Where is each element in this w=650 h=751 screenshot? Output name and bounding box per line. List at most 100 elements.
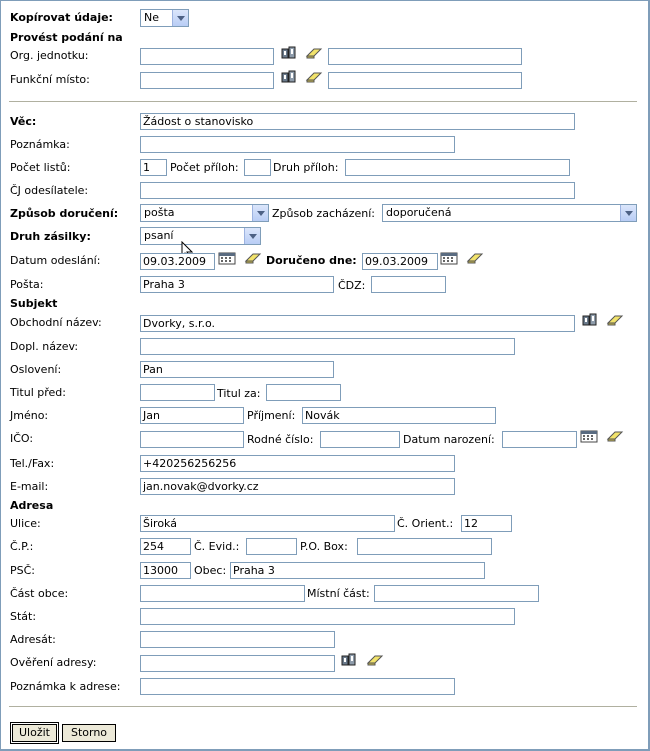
surname-label: Příjmení:: [247, 409, 296, 422]
evid-number-label: Č. Evid.:: [194, 540, 240, 553]
copy-label: Kopírovat údaje:: [10, 11, 113, 24]
handling-select-value: doporučená: [386, 206, 452, 219]
divider: [9, 706, 637, 707]
sent-date-input[interactable]: 09.03.2009: [140, 253, 215, 270]
sender-ref-input[interactable]: [140, 182, 575, 199]
orient-number-input[interactable]: 12: [461, 515, 512, 532]
phone-input[interactable]: +420256256256: [140, 455, 455, 472]
post-input[interactable]: Praha 3: [140, 276, 334, 293]
street-input[interactable]: Široká: [140, 515, 395, 532]
surname-input[interactable]: Novák: [302, 407, 496, 424]
eraser-icon[interactable]: [305, 70, 323, 84]
company-label: Obchodní název:: [10, 316, 102, 329]
sheets-input[interactable]: 1: [140, 159, 167, 176]
cancel-button[interactable]: Storno: [62, 724, 116, 742]
local-part-label: Místní část:: [307, 587, 370, 600]
lookup-icon[interactable]: [341, 653, 359, 667]
city-part-input[interactable]: [140, 585, 305, 602]
calendar-icon[interactable]: [580, 429, 598, 443]
sent-date-label: Datum odeslání:: [10, 254, 101, 267]
title-after-input[interactable]: [266, 384, 341, 401]
cp-input[interactable]: 254: [140, 538, 191, 555]
title-before-input[interactable]: [140, 384, 215, 401]
calendar-icon[interactable]: [218, 251, 236, 265]
eraser-icon[interactable]: [244, 251, 262, 265]
zip-input[interactable]: 13000: [140, 562, 191, 579]
cp-label: Č.P.:: [10, 540, 34, 553]
city-label: Obec:: [194, 564, 227, 577]
eraser-icon[interactable]: [606, 429, 624, 443]
delivery-select-value: pošta: [144, 206, 175, 219]
pobox-label: P.O. Box:: [300, 540, 348, 553]
lookup-icon[interactable]: [281, 46, 299, 60]
email-input[interactable]: jan.novak@dvorky.cz: [140, 478, 455, 495]
divider: [9, 101, 637, 102]
delivered-label: Doručeno dne:: [266, 254, 357, 267]
local-part-input[interactable]: [374, 585, 539, 602]
salutation-input[interactable]: Pan: [140, 361, 334, 378]
eraser-icon[interactable]: [466, 251, 484, 265]
note-label: Poznámka:: [10, 138, 70, 151]
perform-heading: Provést podání na: [10, 31, 123, 44]
address-heading: Adresa: [10, 499, 54, 512]
state-label: Stát:: [10, 610, 37, 623]
zip-label: PSČ:: [10, 564, 36, 577]
first-name-label: Jméno:: [10, 409, 49, 422]
delivered-date-input[interactable]: 09.03.2009: [362, 253, 438, 270]
attach-type-input[interactable]: [345, 159, 570, 176]
sender-ref-label: ČJ odesílatele:: [10, 184, 89, 197]
state-input[interactable]: [140, 608, 515, 625]
evid-number-input[interactable]: [246, 538, 297, 555]
address-note-input[interactable]: [140, 678, 455, 695]
eraser-icon[interactable]: [305, 46, 323, 60]
sheets-label: Počet listů:: [10, 161, 71, 174]
copy-select[interactable]: Ne: [140, 9, 189, 27]
birth-date-label: Datum narození:: [403, 433, 495, 446]
verify-address-input[interactable]: [140, 655, 335, 672]
function-place-input[interactable]: [140, 72, 274, 89]
salutation-label: Oslovení:: [10, 363, 62, 376]
first-name-input[interactable]: Jan: [140, 407, 244, 424]
addressee-input[interactable]: [140, 631, 335, 648]
parcel-label: Druh zásilky:: [10, 230, 91, 243]
city-input[interactable]: Praha 3: [230, 562, 485, 579]
org-unit-name-field[interactable]: [328, 48, 522, 65]
extra-name-input[interactable]: [140, 338, 515, 355]
cdz-label: ČDZ:: [338, 279, 366, 292]
birth-number-input[interactable]: [320, 431, 400, 448]
handling-select[interactable]: doporučená: [382, 204, 637, 222]
save-button[interactable]: Uložit: [10, 722, 59, 744]
delivery-label: Způsob doručení:: [10, 207, 119, 220]
chevron-down-icon: [620, 205, 636, 221]
birth-number-label: Rodné číslo:: [247, 433, 314, 446]
birth-date-input[interactable]: [502, 431, 577, 448]
org-unit-input[interactable]: [140, 48, 274, 65]
address-note-label: Poznámka k adrese:: [10, 680, 121, 693]
attach-count-input[interactable]: [244, 159, 271, 176]
function-place-label: Funkční místo:: [10, 73, 90, 86]
lookup-icon[interactable]: [281, 70, 299, 84]
note-input[interactable]: [140, 136, 455, 153]
extra-name-label: Dopl. název:: [10, 340, 79, 353]
copy-select-value: Ne: [144, 11, 159, 24]
parcel-select[interactable]: psaní: [140, 227, 261, 245]
parcel-select-value: psaní: [144, 229, 174, 242]
delivery-select[interactable]: pošta: [140, 204, 269, 222]
email-label: E-mail:: [10, 480, 49, 493]
company-input[interactable]: Dvorky, s.r.o.: [140, 315, 575, 332]
subject-input[interactable]: Žádost o stanovisko: [140, 113, 575, 130]
orient-number-label: Č. Orient.:: [397, 517, 454, 530]
eraser-icon[interactable]: [366, 653, 384, 667]
ico-input[interactable]: [140, 431, 244, 448]
subject-label: Věc:: [10, 115, 37, 128]
pobox-input[interactable]: [357, 538, 492, 555]
cdz-input[interactable]: [371, 276, 446, 293]
verify-address-label: Ověření adresy:: [10, 656, 97, 669]
attach-count-label: Počet příloh:: [170, 161, 239, 174]
function-place-name-field[interactable]: [328, 72, 522, 89]
post-label: Pošta:: [10, 278, 44, 291]
lookup-icon[interactable]: [582, 313, 600, 327]
org-unit-label: Org. jednotku:: [10, 49, 89, 62]
eraser-icon[interactable]: [606, 313, 624, 327]
calendar-icon[interactable]: [440, 251, 458, 265]
